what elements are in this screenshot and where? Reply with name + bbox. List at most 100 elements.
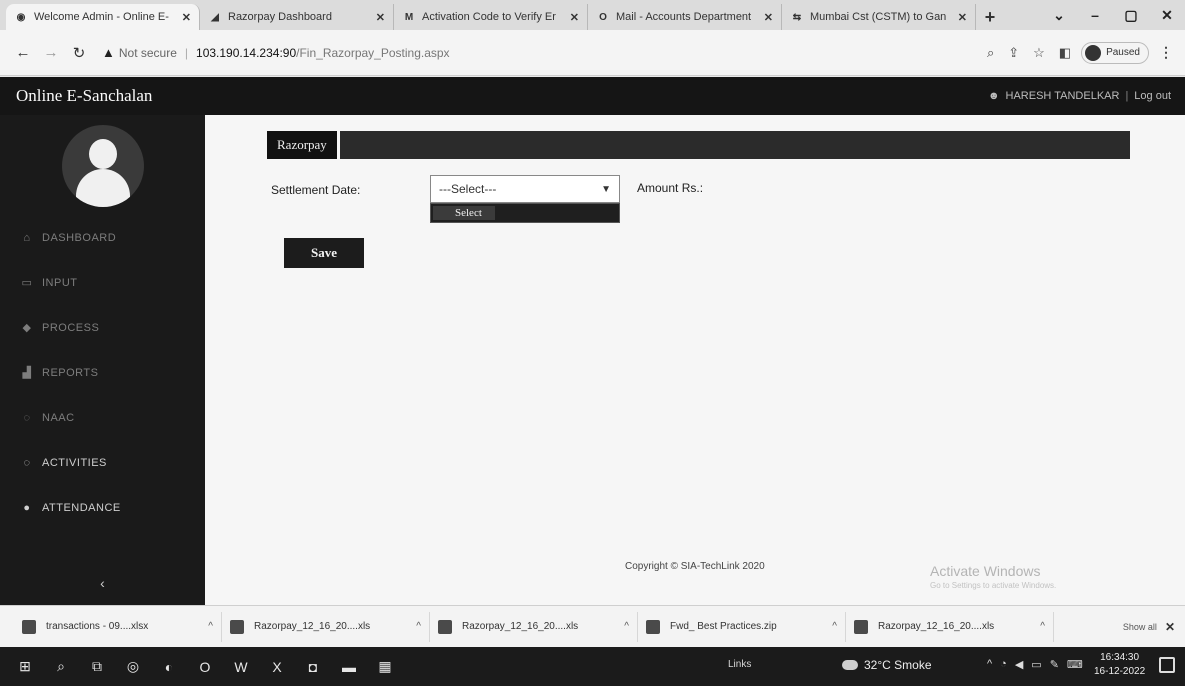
download-item[interactable]: Fwd_ Best Practices.zip ^ bbox=[638, 611, 846, 642]
share-icon[interactable]: ⇪ bbox=[1008, 45, 1019, 61]
select-value: ---Select--- bbox=[439, 182, 497, 196]
minimize-icon[interactable]: – bbox=[1077, 7, 1113, 23]
zoom-icon[interactable]: ⌕ bbox=[987, 45, 994, 61]
download-filename: transactions - 09....xlsx bbox=[46, 621, 149, 632]
browser-tab-0[interactable]: ◉ Welcome Admin - Online E- ✕ bbox=[6, 4, 200, 30]
bookmark-star-icon[interactable]: ☆ bbox=[1033, 45, 1045, 61]
sidebar-item-label: NAAC bbox=[42, 411, 75, 424]
taskbar-clock[interactable]: 16:34:30 16-12-2022 bbox=[1094, 651, 1145, 679]
input-icon: ▭ bbox=[21, 277, 33, 289]
chrome-icon[interactable]: ◎ bbox=[120, 654, 146, 680]
sidebar-item-attendance[interactable]: ● ATTENDANCE bbox=[0, 485, 205, 530]
sidepanel-icon[interactable]: ◧ bbox=[1059, 45, 1071, 61]
sidebar-menu: ⌂ DASHBOARD ▭ INPUT ◆ PROCESS ▟ REPORTS ◌ NAA… bbox=[0, 215, 205, 530]
avatar bbox=[62, 125, 144, 207]
chevron-up-icon[interactable]: ^ bbox=[624, 621, 629, 632]
close-icon[interactable]: ✕ bbox=[182, 11, 191, 24]
weather-text: 32°C Smoke bbox=[864, 658, 932, 672]
tab-title: Activation Code to Verify Er bbox=[422, 11, 556, 23]
close-downloads-icon[interactable]: ✕ bbox=[1165, 620, 1175, 634]
address-bar-icons: ⌕ ⇪ ☆ ◧ bbox=[987, 45, 1071, 61]
warning-icon: ▲ bbox=[102, 45, 115, 60]
panel-title: Razorpay bbox=[267, 131, 340, 159]
file-explorer-icon[interactable]: ▬ bbox=[336, 654, 362, 680]
profile-button[interactable]: Paused bbox=[1081, 41, 1149, 64]
brand-title: Online E-Sanchalan bbox=[16, 86, 153, 105]
activate-windows-watermark: Activate Windows bbox=[930, 563, 1041, 579]
close-icon[interactable]: ✕ bbox=[958, 11, 967, 24]
browser-tab-4[interactable]: ⇆ Mumbai Cst (CSTM) to Gan ✕ bbox=[782, 4, 976, 30]
browser-menu-icon[interactable]: ⋮ bbox=[1159, 44, 1173, 61]
download-filename: Razorpay_12_16_20....xls bbox=[462, 621, 579, 632]
logout-link[interactable]: Log out bbox=[1134, 90, 1171, 102]
word-icon[interactable]: W bbox=[228, 654, 254, 680]
weather-widget[interactable]: 32°C Smoke bbox=[842, 658, 932, 672]
app-icon[interactable]: ◐ bbox=[156, 654, 182, 680]
close-icon[interactable]: ✕ bbox=[570, 11, 579, 24]
chevron-up-icon[interactable]: ^ bbox=[416, 621, 421, 632]
train-icon: ⇆ bbox=[792, 11, 802, 23]
sidebar-item-naac[interactable]: ◌ NAAC bbox=[0, 395, 205, 440]
dropdown-option-select[interactable]: Select bbox=[433, 206, 495, 220]
attendance-icon: ● bbox=[23, 501, 31, 514]
url-input[interactable]: ▲ Not secure | 103.190.14.234:90 /Fin_Ra… bbox=[96, 38, 987, 68]
save-button[interactable]: Save bbox=[284, 238, 364, 268]
calculator-icon[interactable]: ▦ bbox=[372, 654, 398, 680]
reload-icon[interactable]: ↻ bbox=[68, 44, 90, 62]
task-view-icon[interactable]: ⧉ bbox=[84, 654, 110, 680]
sidebar-item-activities[interactable]: ◌ ACTIVITIES bbox=[0, 440, 205, 485]
zip-file-icon bbox=[646, 619, 660, 634]
download-filename: Razorpay_12_16_20....xls bbox=[878, 621, 995, 632]
sidebar-item-input[interactable]: ▭ INPUT bbox=[0, 260, 205, 305]
remote-icon[interactable]: ◘ bbox=[300, 654, 326, 680]
outlook-icon[interactable]: O bbox=[192, 654, 218, 680]
taskbar-links[interactable]: Links bbox=[728, 659, 751, 670]
download-item[interactable]: transactions - 09....xlsx ^ bbox=[14, 611, 222, 642]
excel-icon[interactable]: X bbox=[264, 654, 290, 680]
sidebar-item-label: ATTENDANCE bbox=[42, 501, 121, 514]
forward-icon[interactable]: → bbox=[40, 44, 62, 61]
user-separator: | bbox=[1125, 90, 1129, 102]
show-all-downloads-button[interactable]: Show all bbox=[1123, 622, 1157, 632]
window-close-icon[interactable]: ✕ bbox=[1149, 7, 1185, 24]
battery-icon[interactable]: ▭ bbox=[1031, 658, 1041, 671]
close-icon[interactable]: ✕ bbox=[376, 11, 385, 24]
download-item[interactable]: Razorpay_12_16_20....xls ^ bbox=[222, 611, 430, 642]
address-bar: ← → ↻ ▲ Not secure | 103.190.14.234:90 /… bbox=[0, 30, 1185, 76]
user-name[interactable]: HARESH TANDELKAR bbox=[1006, 90, 1120, 102]
panel-header: Razorpay bbox=[267, 131, 1130, 159]
notification-icon[interactable] bbox=[1159, 657, 1175, 673]
tab-search-icon[interactable]: ⌄ bbox=[1041, 7, 1077, 24]
browser-tab-3[interactable]: O Mail - Accounts Department ✕ bbox=[588, 4, 782, 30]
browser-tab-2[interactable]: M Activation Code to Verify Er ✕ bbox=[394, 4, 588, 30]
back-icon[interactable]: ← bbox=[12, 44, 34, 61]
browser-tab-1[interactable]: ◢ Razorpay Dashboard ✕ bbox=[200, 4, 394, 30]
pen-icon[interactable]: ✎ bbox=[1050, 658, 1059, 671]
excel-file-icon bbox=[230, 619, 244, 634]
settlement-date-select[interactable]: ---Select--- ▼ bbox=[430, 175, 620, 203]
windows-start-icon[interactable]: ⊞ bbox=[12, 654, 38, 680]
keyboard-icon[interactable]: ⌨ bbox=[1067, 658, 1083, 671]
app-header: Online E-Sanchalan ☻ HARESH TANDELKAR | … bbox=[0, 77, 1185, 115]
process-icon: ◆ bbox=[22, 322, 32, 334]
excel-file-icon bbox=[854, 619, 868, 634]
gmail-icon: M bbox=[404, 11, 414, 23]
chevron-up-icon[interactable]: ^ bbox=[1040, 621, 1045, 632]
close-icon[interactable]: ✕ bbox=[764, 11, 773, 24]
collapse-sidebar-icon[interactable]: ‹ bbox=[0, 575, 205, 591]
settlement-date-dropdown: Select bbox=[430, 203, 620, 223]
new-tab-button[interactable]: + bbox=[976, 4, 1004, 30]
volume-icon[interactable]: ◀ bbox=[1015, 658, 1023, 671]
sidebar-item-reports[interactable]: ▟ REPORTS bbox=[0, 350, 205, 395]
download-item[interactable]: Razorpay_12_16_20....xls ^ bbox=[430, 611, 638, 642]
search-icon[interactable]: ⌕ bbox=[48, 654, 74, 680]
download-item[interactable]: Razorpay_12_16_20....xls ^ bbox=[846, 611, 1054, 642]
chevron-up-icon[interactable]: ^ bbox=[832, 621, 837, 632]
network-icon[interactable]: ◔ bbox=[1000, 658, 1007, 671]
maximize-icon[interactable]: ▢ bbox=[1113, 7, 1149, 24]
tray-chevron-icon[interactable]: ^ bbox=[987, 658, 992, 671]
url-path: /Fin_Razorpay_Posting.aspx bbox=[296, 45, 450, 60]
chevron-up-icon[interactable]: ^ bbox=[208, 621, 213, 632]
sidebar-item-dashboard[interactable]: ⌂ DASHBOARD bbox=[0, 215, 205, 260]
sidebar-item-process[interactable]: ◆ PROCESS bbox=[0, 305, 205, 350]
